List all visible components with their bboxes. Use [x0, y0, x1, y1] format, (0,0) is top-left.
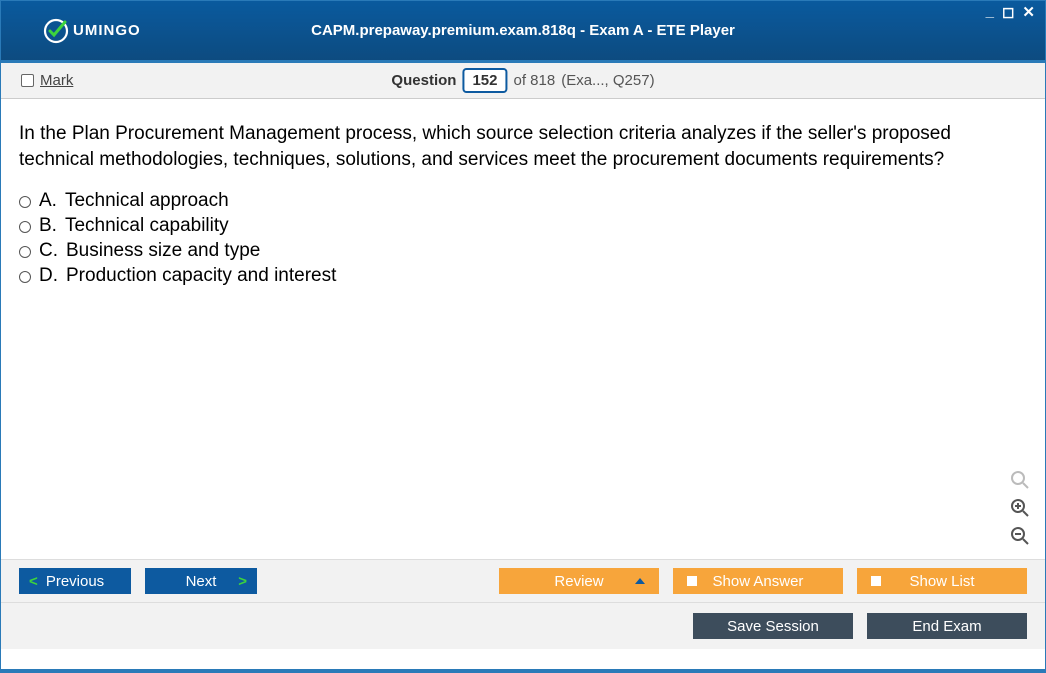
radio-icon[interactable]: [19, 246, 31, 258]
option-text: Production capacity and interest: [66, 265, 336, 287]
chevron-left-icon: <: [29, 573, 38, 590]
option-d[interactable]: D. Production capacity and interest: [19, 265, 1027, 287]
bottom-border: [1, 669, 1045, 672]
question-text: In the Plan Procurement Management proce…: [19, 121, 1027, 172]
option-c[interactable]: C. Business size and type: [19, 240, 1027, 262]
show-answer-label: Show Answer: [713, 573, 804, 590]
session-toolbar: Save Session End Exam: [1, 602, 1045, 649]
zoom-out-icon[interactable]: [1009, 525, 1031, 547]
show-list-button[interactable]: Show List: [857, 568, 1027, 594]
option-a[interactable]: A. Technical approach: [19, 190, 1027, 212]
show-answer-button[interactable]: Show Answer: [673, 568, 843, 594]
maximize-icon[interactable]: ◻: [1000, 3, 1016, 21]
question-content: In the Plan Procurement Management proce…: [1, 99, 1045, 559]
show-list-label: Show List: [909, 573, 974, 590]
zoom-in-icon[interactable]: [1009, 497, 1031, 519]
option-text: Technical capability: [65, 215, 229, 237]
triangle-up-icon: [635, 578, 645, 584]
zoom-tools: [1009, 469, 1031, 547]
chevron-right-icon: >: [238, 573, 247, 590]
radio-icon[interactable]: [19, 271, 31, 283]
question-context: (Exa..., Q257): [561, 72, 654, 89]
option-letter: D.: [39, 265, 58, 287]
option-text: Technical approach: [65, 190, 229, 212]
window-title: CAPM.prepaway.premium.exam.818q - Exam A…: [311, 22, 735, 39]
question-total: of 818: [513, 72, 555, 89]
next-button[interactable]: Next >: [145, 568, 257, 594]
previous-button[interactable]: < Previous: [19, 568, 131, 594]
logo-text: UMINGO: [73, 22, 141, 39]
question-label: Question: [391, 72, 456, 89]
logo-checkmark-icon: [43, 18, 69, 44]
mark-checkbox-wrap[interactable]: Mark: [21, 72, 73, 89]
option-letter: B.: [39, 215, 57, 237]
radio-icon[interactable]: [19, 221, 31, 233]
question-number-input[interactable]: 152: [462, 68, 507, 93]
square-icon: [871, 576, 881, 586]
question-subbar: Mark Question 152 of 818 (Exa..., Q257): [1, 63, 1045, 99]
close-icon[interactable]: ✕: [1020, 3, 1037, 21]
search-icon[interactable]: [1009, 469, 1031, 491]
answer-options: A. Technical approach B. Technical capab…: [19, 190, 1027, 287]
radio-icon[interactable]: [19, 196, 31, 208]
square-icon: [687, 576, 697, 586]
option-text: Business size and type: [66, 240, 260, 262]
question-navigator: Question 152 of 818 (Exa..., Q257): [391, 68, 654, 93]
titlebar: UMINGO CAPM.prepaway.premium.exam.818q -…: [1, 1, 1045, 63]
app-logo: UMINGO: [1, 18, 141, 44]
nav-toolbar: < Previous Next > Review Show Answer Sho…: [1, 559, 1045, 602]
next-label: Next: [186, 573, 217, 590]
mark-checkbox[interactable]: [21, 74, 34, 87]
option-letter: A.: [39, 190, 57, 212]
end-exam-button[interactable]: End Exam: [867, 613, 1027, 639]
save-session-button[interactable]: Save Session: [693, 613, 853, 639]
review-label: Review: [554, 573, 603, 590]
mark-label: Mark: [40, 72, 73, 89]
option-b[interactable]: B. Technical capability: [19, 215, 1027, 237]
minimize-icon[interactable]: _: [984, 3, 996, 21]
option-letter: C.: [39, 240, 58, 262]
window-controls: _ ◻ ✕: [984, 3, 1037, 21]
review-button[interactable]: Review: [499, 568, 659, 594]
previous-label: Previous: [46, 573, 104, 590]
